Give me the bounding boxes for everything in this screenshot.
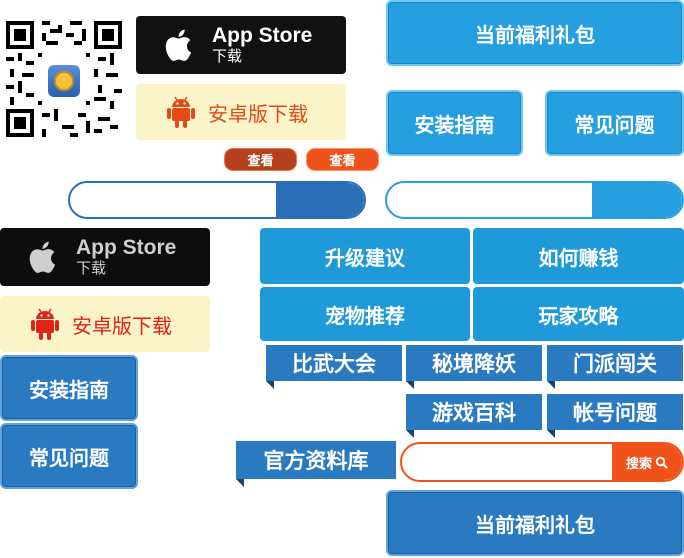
app-store-subtitle: 下载 xyxy=(76,259,107,277)
welfare-pack-button[interactable]: 当前福利礼包 xyxy=(386,490,684,556)
ribbon-label: 比武大会 xyxy=(266,345,402,381)
grid-label: 宠物推荐 xyxy=(325,303,405,328)
welfare-pack-button[interactable]: 当前福利礼包 xyxy=(386,0,684,66)
grid-label: 玩家攻略 xyxy=(538,303,619,328)
android-icon xyxy=(31,308,59,340)
search-bar-orange: 搜索 xyxy=(400,442,684,482)
install-guide-button[interactable]: 安装指南 xyxy=(0,355,138,421)
search-input[interactable] xyxy=(387,183,623,217)
ribbon-label: 游戏百科 xyxy=(406,394,542,430)
grid-label: 如何赚钱 xyxy=(538,245,619,270)
welfare-pack-label: 当前福利礼包 xyxy=(475,22,595,47)
install-guide-button[interactable]: 安装指南 xyxy=(386,90,523,156)
search-icon xyxy=(655,456,668,469)
ribbon-sect-challenge[interactable]: 门派闯关 xyxy=(547,345,683,389)
ribbon-secret-realm[interactable]: 秘境降妖 xyxy=(406,345,542,389)
android-download-button[interactable]: 安卓版下载 xyxy=(136,84,346,140)
grid-label: 升级建议 xyxy=(325,245,405,270)
grid-player-guides[interactable]: 玩家攻略 xyxy=(473,287,684,341)
grid-upgrade-advice[interactable]: 升级建议 xyxy=(260,228,470,284)
app-store-button[interactable]: App Store 下载 xyxy=(136,16,346,74)
view-button-light[interactable]: 查看 xyxy=(306,148,379,171)
app-store-subtitle: 下载 xyxy=(212,47,243,65)
view-label: 查看 xyxy=(247,154,274,169)
search-button[interactable] xyxy=(276,183,364,217)
ribbon-label: 秘境降妖 xyxy=(406,345,542,381)
ribbon-label: 门派闯关 xyxy=(547,345,683,381)
search-input[interactable] xyxy=(402,444,642,480)
search-bar-light xyxy=(385,181,684,219)
android-icon xyxy=(167,96,195,128)
search-input[interactable] xyxy=(70,183,306,217)
android-download-button[interactable]: 安卓版下载 xyxy=(0,296,210,352)
faq-button[interactable]: 常见问题 xyxy=(0,423,138,489)
ribbon-game-wiki[interactable]: 游戏百科 xyxy=(406,394,542,438)
grid-pet-recommend[interactable]: 宠物推荐 xyxy=(260,287,470,341)
search-button-label: 搜索 xyxy=(625,456,652,472)
ribbon-account-issues[interactable]: 帐号问题 xyxy=(547,394,683,438)
ribbon-tournament[interactable]: 比武大会 xyxy=(266,345,402,389)
ribbon-label: 帐号问题 xyxy=(547,394,683,430)
app-store-title: App Store xyxy=(76,236,177,259)
faq-label: 常见问题 xyxy=(29,445,109,470)
grid-how-to-earn[interactable]: 如何赚钱 xyxy=(473,228,684,284)
view-label: 查看 xyxy=(329,154,356,169)
android-download-label: 安卓版下载 xyxy=(208,101,308,126)
app-store-button[interactable]: App Store 下载 xyxy=(0,228,210,286)
faq-button[interactable]: 常见问题 xyxy=(545,90,684,156)
ribbon-label: 官方资料库 xyxy=(236,441,396,479)
search-button[interactable] xyxy=(592,183,682,217)
search-bar-dark xyxy=(68,181,366,219)
apple-icon xyxy=(165,29,192,61)
android-download-label: 安卓版下载 xyxy=(72,313,172,338)
faq-label: 常见问题 xyxy=(574,112,655,137)
game-logo-icon xyxy=(46,63,82,99)
ribbon-official-library[interactable]: 官方资料库 xyxy=(236,441,396,487)
install-guide-label: 安装指南 xyxy=(414,112,495,137)
view-button-dark[interactable]: 查看 xyxy=(224,148,297,171)
apple-icon xyxy=(29,241,56,273)
qr-code xyxy=(6,21,122,137)
install-guide-label: 安装指南 xyxy=(29,377,109,402)
app-store-title: App Store xyxy=(212,24,313,47)
search-button[interactable]: 搜索 xyxy=(612,444,682,480)
welfare-pack-label: 当前福利礼包 xyxy=(475,512,595,537)
